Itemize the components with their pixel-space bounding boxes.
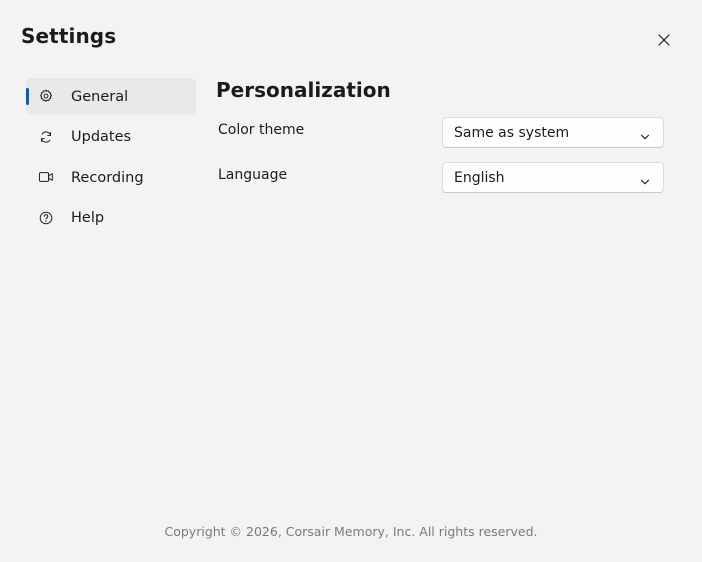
dropdown-value: English — [454, 169, 505, 186]
settings-window: Settings General Updates Recording Help … — [0, 0, 702, 562]
setting-label: Color theme — [218, 122, 305, 138]
gear-icon — [38, 88, 54, 104]
dropdown-value: Same as system — [454, 124, 570, 141]
sidebar-item-help[interactable]: Help — [26, 200, 196, 237]
setting-row-color-theme: Color theme Same as system — [218, 117, 664, 148]
color-theme-dropdown[interactable]: Same as system — [442, 117, 664, 148]
chevron-down-icon — [640, 127, 650, 146]
close-icon — [658, 34, 670, 46]
setting-label: Language — [218, 167, 288, 183]
setting-row-language: Language English — [218, 162, 664, 193]
sidebar-item-label: Help — [71, 210, 105, 226]
refresh-icon — [38, 129, 54, 145]
sidebar-nav: General Updates Recording Help — [26, 78, 196, 240]
active-indicator — [26, 88, 29, 105]
language-dropdown[interactable]: English — [442, 162, 664, 193]
section-title: Personalization — [216, 78, 391, 102]
window-title: Settings — [21, 24, 117, 48]
sidebar-item-label: Updates — [71, 129, 132, 145]
sidebar-item-updates[interactable]: Updates — [26, 119, 196, 156]
copyright-footer: Copyright © 2026, Corsair Memory, Inc. A… — [164, 524, 538, 539]
sidebar-item-recording[interactable]: Recording — [26, 159, 196, 196]
sidebar-item-general[interactable]: General — [26, 78, 196, 115]
question-circle-icon — [38, 210, 54, 226]
close-button[interactable] — [650, 26, 678, 54]
sidebar-item-label: General — [71, 88, 129, 105]
video-camera-icon — [38, 169, 54, 185]
chevron-down-icon — [640, 172, 650, 191]
sidebar-item-label: Recording — [71, 169, 144, 186]
